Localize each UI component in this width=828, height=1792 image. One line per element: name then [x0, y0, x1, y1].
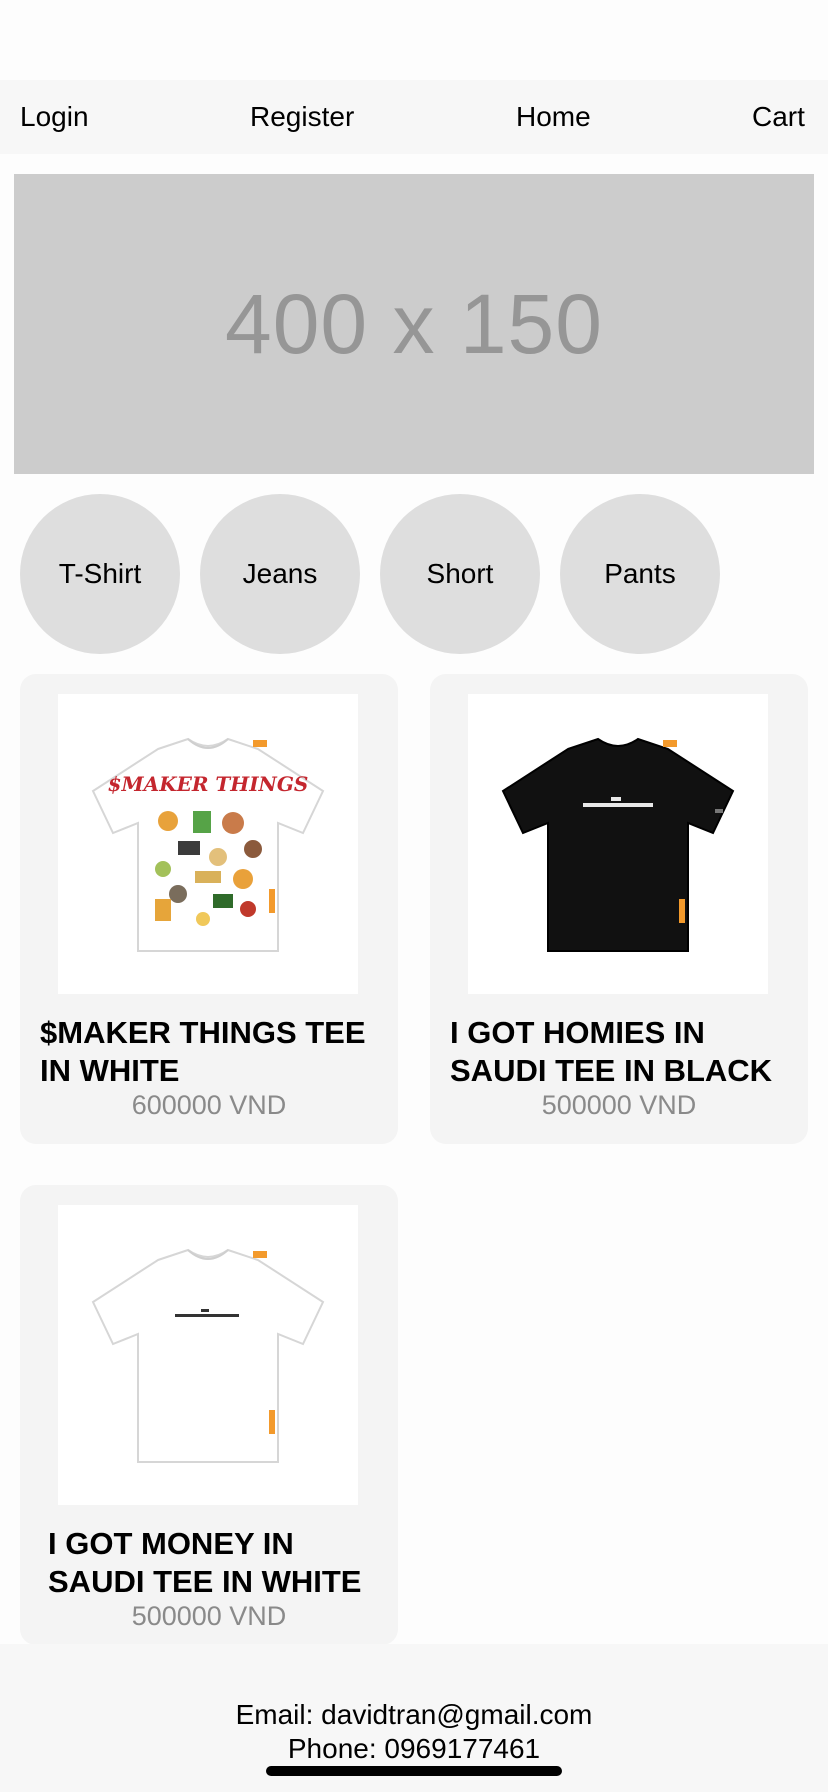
banner-placeholder-text: 400 x 150 [225, 276, 603, 371]
product-image-black-tee [468, 694, 768, 994]
product-price: 500000 VND [131, 1601, 287, 1631]
nav-home-link[interactable]: Home [516, 80, 591, 154]
nav-login-link[interactable]: Login [20, 80, 89, 154]
product-image-white-tee [58, 1205, 358, 1505]
category-short-button[interactable]: Short [380, 494, 540, 654]
footer-phone: Phone: 0969177461 [287, 1733, 541, 1764]
category-jeans-button[interactable]: Jeans [200, 494, 360, 654]
product-title: $MAKER THINGS TEE IN WHITE [40, 1015, 366, 1088]
top-nav: Login Register Home Cart [0, 80, 828, 154]
product-title: I GOT HOMIES IN SAUDI TEE IN BLACK [450, 1015, 773, 1088]
nav-cart-link[interactable]: Cart [752, 80, 805, 154]
product-title: I GOT MONEY IN SAUDI TEE IN WHITE [48, 1526, 362, 1599]
category-pants-button[interactable]: Pants [560, 494, 720, 654]
banner-placeholder-image: 400 x 150 [14, 174, 814, 474]
category-tshirt-button[interactable]: T-Shirt [20, 494, 180, 654]
product-price: 600000 VND [131, 1090, 287, 1120]
home-indicator-bar[interactable] [266, 1766, 562, 1776]
footer-email: Email: davidtran@gmail.com [235, 1699, 593, 1730]
category-list: T-Shirt Jeans Short Pants [0, 494, 828, 654]
nav-register-link[interactable]: Register [250, 80, 354, 154]
product-card[interactable]: I GOT MONEY IN SAUDI TEE IN WHITE 500000… [20, 1185, 398, 1645]
product-card[interactable]: I GOT HOMIES IN SAUDI TEE IN BLACK 50000… [430, 674, 808, 1144]
product-image-white-tee-graphic: $MAKER THINGS [58, 694, 358, 994]
product-card[interactable]: $MAKER THINGS $MAKER THINGS TEE IN WHITE… [20, 674, 398, 1144]
product-price: 500000 VND [541, 1090, 697, 1120]
svg-text:$MAKER THINGS: $MAKER THINGS [108, 772, 309, 796]
